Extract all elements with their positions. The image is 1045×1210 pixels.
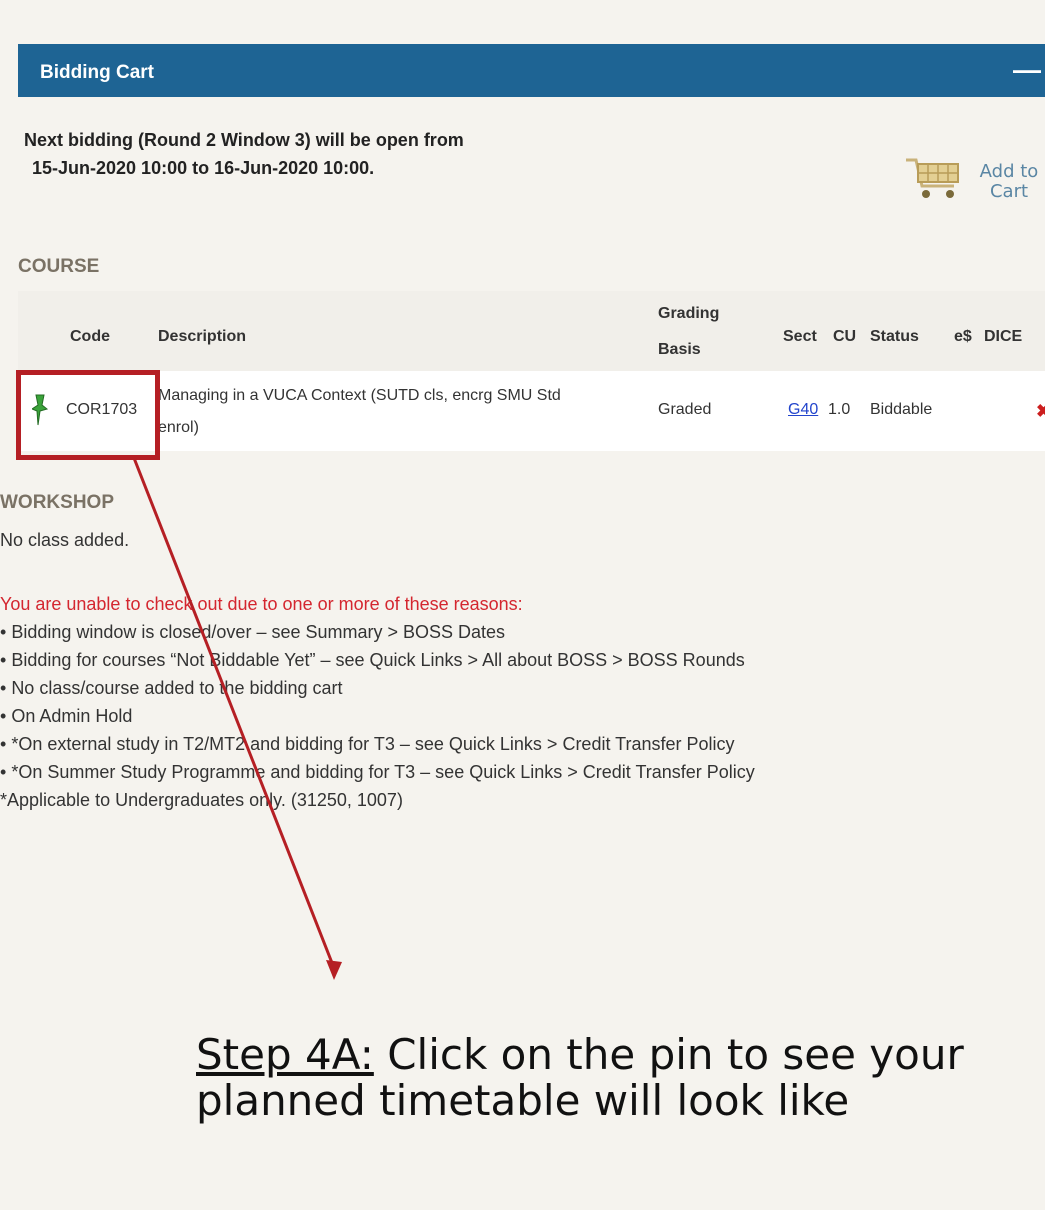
course-cu: 1.0	[828, 401, 851, 418]
pin-icon[interactable]	[32, 393, 50, 427]
course-description-1: Managing in a VUCA Context (SUTD cls, en…	[158, 387, 561, 404]
step-caption: Step 4A: Click on the pin to see your pl…	[196, 1032, 1036, 1124]
course-code: COR1703	[66, 401, 138, 418]
list-item: On Admin Hold	[0, 702, 755, 730]
notice-line-2: 15-Jun-2020 10:00 to 16-Jun-2020 10:00.	[32, 158, 375, 178]
header-cu: CU	[833, 328, 857, 345]
header-grading-2: Basis	[658, 341, 701, 358]
bidding-cart-header: Bidding Cart —	[18, 44, 1045, 97]
checkout-warning: You are unable to check out due to one o…	[0, 594, 523, 614]
list-item: *On Summer Study Programme and bidding f…	[0, 758, 755, 786]
add-to-cart-button[interactable]: Add to Cart	[896, 150, 1045, 202]
no-class-text: No class added.	[0, 530, 130, 550]
table-row: COR1703 Managing in a VUCA Context (SUTD…	[18, 371, 1045, 451]
section-link[interactable]: G40	[788, 401, 818, 419]
next-bidding-notice: Next bidding (Round 2 Window 3) will be …	[24, 126, 464, 182]
course-grading: Graded	[658, 401, 712, 418]
list-item: No class/course added to the bidding car…	[0, 674, 755, 702]
course-table-header: Code Description Grading Basis Sect CU S…	[18, 291, 1045, 371]
header-edollar: e$	[954, 328, 972, 345]
checkout-reasons: You are unable to check out due to one o…	[0, 590, 755, 814]
course-status: Biddable	[870, 401, 933, 418]
panel-title: Bidding Cart	[40, 62, 154, 83]
delete-icon[interactable]: ✖	[1036, 401, 1045, 422]
header-sect: Sect	[783, 328, 817, 345]
list-item: *On external study in T2/MT2 and bidding…	[0, 730, 755, 758]
course-section-label: COURSE	[18, 256, 100, 277]
reasons-list: Bidding window is closed/over – see Summ…	[0, 618, 755, 786]
step-label: Step 4A:	[196, 1030, 374, 1079]
header-status: Status	[870, 328, 919, 345]
header-code: Code	[70, 328, 110, 345]
list-item: Bidding window is closed/over – see Summ…	[0, 618, 755, 646]
shopping-cart-icon	[906, 158, 959, 198]
list-item: Bidding for courses “Not Biddable Yet” –…	[0, 646, 755, 674]
header-dice: DICE	[984, 328, 1023, 345]
header-description: Description	[158, 328, 247, 345]
footnote: *Applicable to Undergraduates only. (312…	[0, 790, 403, 810]
add-to-cart-label: Add to Cart	[979, 161, 1039, 202]
course-description-2: enrol)	[158, 419, 199, 436]
collapse-icon[interactable]: —	[1013, 54, 1041, 86]
header-grading-1: Grading	[658, 305, 720, 322]
workshop-section-label: WORKSHOP	[0, 492, 114, 513]
notice-line-1: Next bidding (Round 2 Window 3) will be …	[24, 130, 464, 150]
